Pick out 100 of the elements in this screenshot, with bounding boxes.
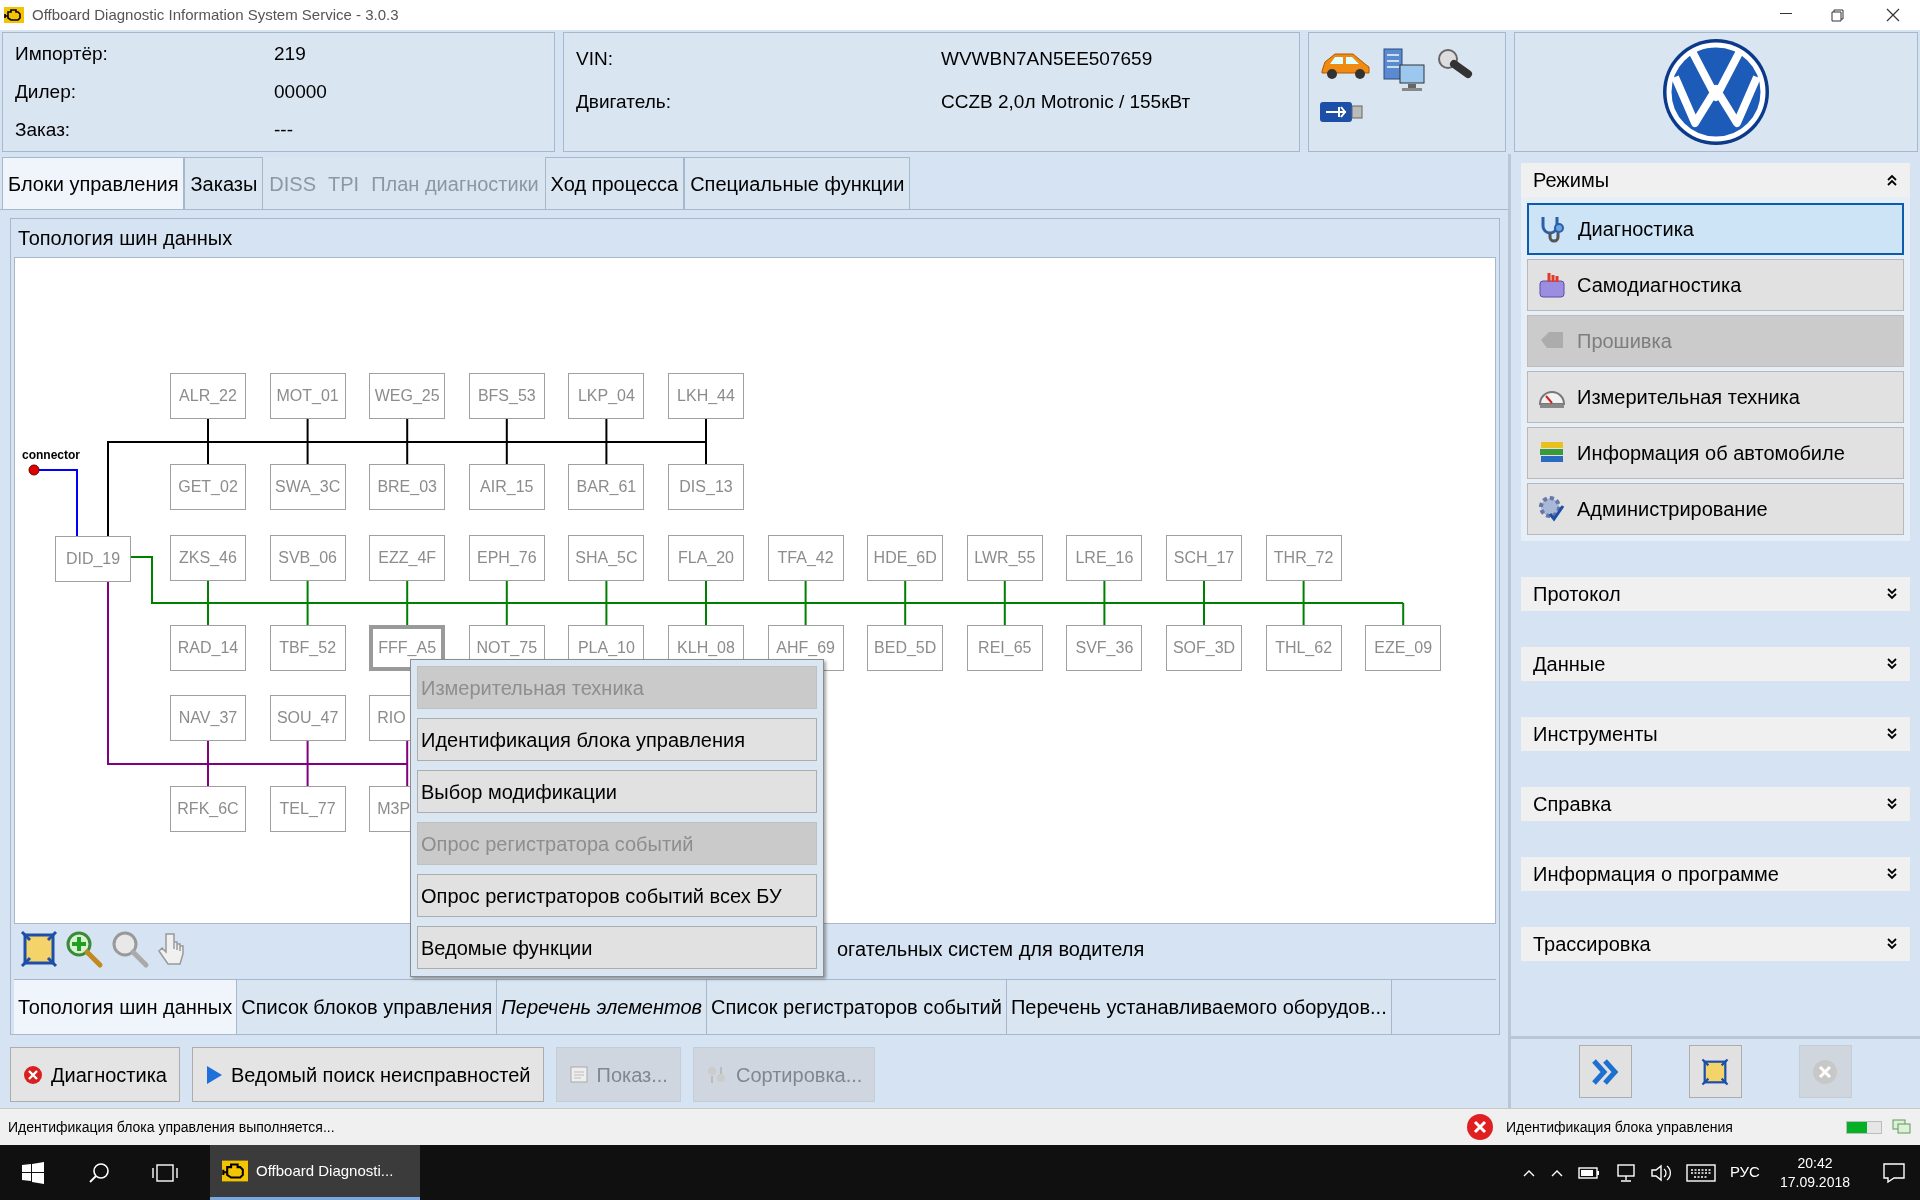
section-header[interactable]: Данные [1521, 647, 1910, 681]
tab[interactable]: Ход процесса [544, 157, 685, 209]
document-icon [568, 1064, 589, 1085]
mode-item[interactable]: Диагностика [1527, 203, 1904, 255]
menu-item[interactable]: Идентификация блока управления [417, 718, 817, 761]
close-icon[interactable] [1886, 8, 1900, 22]
view-tab[interactable]: Список регистраторов событий [707, 980, 1007, 1034]
expand-icon[interactable] [1886, 587, 1898, 601]
restore-icon[interactable] [1831, 9, 1844, 22]
control-unit-node[interactable]: HDE_6D [867, 534, 944, 581]
control-unit-node[interactable]: LWR_55 [966, 534, 1043, 581]
expand-icon[interactable] [1886, 867, 1898, 881]
control-unit-node[interactable]: WEG_25 [369, 372, 446, 419]
control-unit-node[interactable]: REI_65 [966, 624, 1043, 671]
control-unit-node[interactable]: THR_72 [1265, 534, 1342, 581]
tab[interactable]: Заказы [184, 157, 264, 209]
collapse-icon[interactable] [1886, 173, 1898, 187]
view-tab[interactable]: Список блоков управления [237, 980, 498, 1034]
control-unit-node[interactable]: EPH_76 [468, 534, 545, 581]
minimize-icon[interactable] [1780, 13, 1792, 15]
expand-icon[interactable] [1886, 727, 1898, 741]
battery-icon[interactable] [1577, 1165, 1600, 1180]
control-unit-node[interactable]: DID_19 [55, 535, 131, 582]
control-unit-node[interactable]: TEL_77 [269, 785, 346, 832]
control-unit-node[interactable]: TFA_42 [767, 534, 844, 581]
clock-time[interactable]: 20:42 [1797, 1153, 1833, 1173]
control-unit-node[interactable]: GET_02 [170, 463, 246, 510]
section-header[interactable]: Режимы [1521, 163, 1910, 197]
section-title: Протокол [1533, 582, 1621, 607]
control-unit-node[interactable]: SVB_06 [269, 534, 346, 581]
engine-icon [4, 5, 24, 25]
windows-start-icon[interactable] [22, 1161, 44, 1184]
menu-item[interactable]: Выбор модификации [417, 770, 817, 813]
fit-view-icon[interactable] [20, 930, 58, 969]
section-title: Трассировка [1533, 932, 1651, 957]
menu-item[interactable]: Ведомые функции [417, 926, 817, 969]
mode-item[interactable]: Администрирование [1527, 483, 1904, 535]
zoom-in-icon[interactable] [64, 929, 104, 970]
section-header[interactable]: Инструменты [1521, 717, 1910, 751]
mode-item[interactable]: Измерительная техника [1527, 371, 1904, 423]
control-unit-node[interactable]: AIR_15 [468, 463, 545, 510]
control-unit-node[interactable]: SOF_3D [1166, 624, 1242, 671]
control-unit-node[interactable]: EZZ_4F [369, 534, 446, 581]
control-unit-node[interactable]: SWA_3C [269, 463, 346, 510]
control-unit-node[interactable]: FFF_A5 [369, 624, 446, 671]
section-header[interactable]: Справка [1521, 787, 1910, 821]
mode-item[interactable]: Самодиагностика [1527, 259, 1904, 311]
control-unit-node[interactable]: THL_62 [1265, 624, 1342, 671]
tab[interactable]: Специальные функции [684, 157, 911, 209]
sidebar-action-button[interactable] [1579, 1045, 1633, 1098]
search-icon[interactable] [88, 1161, 110, 1184]
control-unit-node[interactable]: EZE_09 [1365, 624, 1442, 671]
action-button[interactable]: Диагностика [10, 1047, 180, 1102]
keyboard-icon[interactable] [1685, 1163, 1716, 1182]
control-unit-node[interactable]: TBF_52 [269, 624, 346, 671]
control-unit-node[interactable]: RFK_6C [170, 785, 246, 832]
language-indicator[interactable]: РУС [1729, 1161, 1760, 1184]
volume-icon[interactable] [1649, 1162, 1672, 1183]
control-unit-node[interactable]: FLA_20 [668, 534, 744, 581]
control-unit-node[interactable]: LKP_04 [568, 372, 645, 419]
clock-date[interactable]: 17.09.2018 [1779, 1172, 1850, 1192]
control-unit-node[interactable]: BED_5D [867, 624, 944, 671]
control-unit-node[interactable]: ZKS_46 [170, 534, 246, 581]
section-header[interactable]: Информация о программе [1521, 857, 1910, 891]
control-unit-node[interactable]: MOT_01 [269, 372, 346, 419]
section-title: Режимы [1533, 168, 1610, 193]
toolbox-icon [1537, 270, 1567, 300]
menu-item[interactable]: Опрос регистраторов событий всех БУ [417, 874, 817, 917]
control-unit-node[interactable]: SVF_36 [1066, 624, 1143, 671]
taskbar-app-button[interactable]: Offboard Diagnosti... [210, 1145, 420, 1200]
notification-icon[interactable] [1882, 1161, 1906, 1184]
control-unit-node[interactable]: RAD_14 [170, 624, 246, 671]
expand-icon[interactable] [1886, 797, 1898, 811]
control-unit-node[interactable]: SHA_5C [568, 534, 645, 581]
control-unit-node[interactable]: BRE_03 [369, 463, 446, 510]
section-title: Данные [1533, 652, 1606, 677]
expand-icon[interactable] [1886, 657, 1898, 671]
control-unit-node[interactable]: LRE_16 [1066, 534, 1143, 581]
control-unit-node[interactable]: SCH_17 [1166, 534, 1242, 581]
control-unit-node[interactable]: NAV_37 [170, 694, 246, 741]
field-value: 00000 [274, 79, 327, 104]
control-unit-node[interactable]: LKH_44 [668, 372, 744, 419]
section-header[interactable]: Трассировка [1521, 927, 1910, 961]
control-unit-node[interactable]: BFS_53 [468, 372, 545, 419]
usb-stick-icon [1319, 99, 1363, 125]
control-unit-node[interactable]: BAR_61 [568, 463, 645, 510]
expand-icon[interactable] [1886, 937, 1898, 951]
view-tab[interactable]: Перечень устанавливаемого оборудов... [1006, 980, 1392, 1034]
task-view-icon[interactable] [152, 1161, 178, 1184]
control-unit-node[interactable]: DIS_13 [668, 463, 744, 510]
section-header[interactable]: Протокол [1521, 577, 1910, 611]
connector-line [38, 468, 78, 537]
sidebar-action-button[interactable] [1689, 1045, 1742, 1098]
tab[interactable]: Блоки управления [2, 157, 185, 209]
mode-item[interactable]: Информация об автомобиле [1527, 427, 1904, 479]
control-unit-node[interactable]: ALR_22 [170, 372, 246, 419]
view-tab[interactable]: Перечень элементов [497, 980, 707, 1034]
control-unit-node[interactable]: SOU_47 [269, 694, 346, 741]
view-tab[interactable]: Топология шин данных [14, 980, 238, 1034]
action-button[interactable]: Ведомый поиск неисправностей [191, 1047, 544, 1102]
